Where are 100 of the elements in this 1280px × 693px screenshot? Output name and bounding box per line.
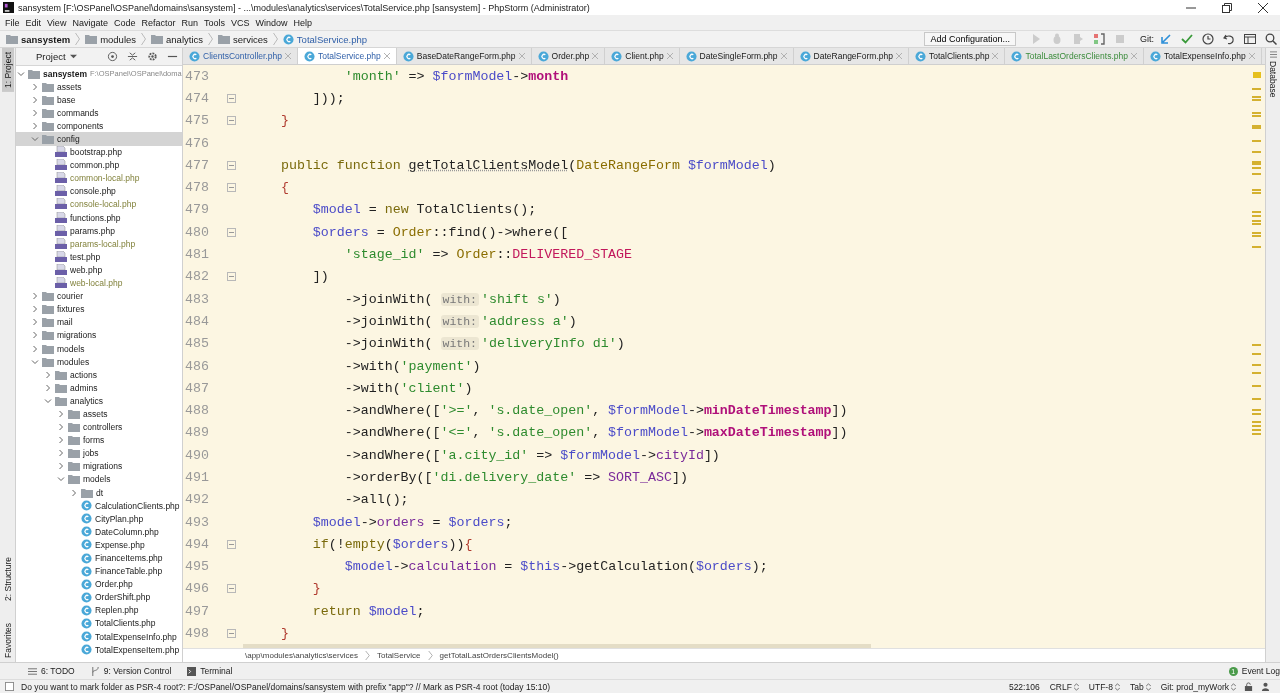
editor-tab[interactable]: DateRangeForm.php <box>793 48 909 64</box>
bug-icon[interactable] <box>1051 33 1063 45</box>
fold-marker-icon[interactable] <box>226 629 236 639</box>
tool-window-tab[interactable]: Database <box>1268 61 1278 98</box>
tree-item[interactable]: test.php <box>16 250 182 264</box>
encoding-selector[interactable]: UTF-8 <box>1088 681 1120 692</box>
tree-item[interactable]: assets <box>16 407 182 421</box>
tree-item[interactable]: functions.php <box>16 211 182 225</box>
tree-item[interactable]: mail <box>16 315 182 329</box>
menu-item[interactable]: Tools <box>200 17 228 28</box>
update-arrow-icon[interactable] <box>1160 33 1172 45</box>
chevron-down-icon[interactable] <box>43 396 52 405</box>
tree-item[interactable]: components <box>16 119 182 133</box>
tree-item[interactable]: FinanceItems.php <box>16 551 182 565</box>
tree-item[interactable]: commands <box>16 106 182 120</box>
tree-item[interactable]: models <box>16 472 182 486</box>
tree-item[interactable]: Expense.php <box>16 538 182 552</box>
run-icon[interactable] <box>1030 33 1042 45</box>
tool-window-tab[interactable]: 2: Structure <box>1 553 14 606</box>
tree-item[interactable]: jobs <box>16 446 182 460</box>
menu-item[interactable]: Run <box>178 17 201 28</box>
chevron-down-icon[interactable] <box>17 69 25 78</box>
tree-item[interactable]: forms <box>16 433 182 447</box>
fold-marker-icon[interactable] <box>226 116 236 126</box>
tree-item[interactable]: FinanceTable.php <box>16 564 182 578</box>
editor-tab[interactable]: TotalService.php <box>297 48 397 64</box>
chevron-down-icon[interactable] <box>56 475 65 484</box>
menu-item[interactable]: Edit <box>22 17 45 28</box>
tree-item[interactable]: base <box>16 93 182 107</box>
fold-marker-icon[interactable] <box>226 227 236 237</box>
tree-item[interactable]: migrations <box>16 459 182 473</box>
menu-item[interactable]: View <box>44 17 70 28</box>
fold-marker-icon[interactable] <box>226 539 236 549</box>
chevron-down-icon[interactable] <box>30 135 39 143</box>
run-configuration-button[interactable]: Add Configuration... <box>924 32 1016 46</box>
caret-icon[interactable] <box>69 53 77 60</box>
line-separator-selector[interactable]: CRLF <box>1049 681 1079 692</box>
checkmark-icon[interactable] <box>1181 33 1193 45</box>
tool-window-tab[interactable]: Favorites <box>1 619 14 662</box>
stop-icon[interactable] <box>1114 33 1126 45</box>
editor-tab[interactable]: DateSingleForm.php <box>679 48 794 64</box>
tree-item[interactable]: OrderShift.php <box>16 590 182 604</box>
tree-item[interactable]: dt <box>16 486 182 500</box>
chevron-right-icon[interactable] <box>69 488 78 497</box>
menu-item[interactable]: Code <box>110 17 139 28</box>
editor-tab[interactable]: ClientsController.php <box>183 48 298 64</box>
fold-marker-icon[interactable] <box>226 160 236 170</box>
undo-icon[interactable] <box>1223 33 1235 45</box>
panel-title[interactable]: Project <box>24 51 66 62</box>
git-branch-selector[interactable]: Git: prod_myWork <box>1160 681 1236 692</box>
menu-icon[interactable] <box>1269 51 1277 58</box>
tree-item[interactable]: common-local.php <box>16 171 182 185</box>
breadcrumb-item[interactable]: \app\modules\analytics\services <box>245 651 358 660</box>
tree-item[interactable]: modules <box>16 355 182 369</box>
tool-window-button[interactable]: 9: Version Control <box>90 666 172 676</box>
tree-item[interactable]: CalculationClients.php <box>16 499 182 513</box>
tree-item[interactable]: web-local.php <box>16 276 182 290</box>
tree-item[interactable]: console.php <box>16 184 182 198</box>
tree-item[interactable]: analytics <box>16 394 182 408</box>
nav-crumb[interactable]: TotalService.php <box>282 33 368 45</box>
tree-item[interactable]: actions <box>16 368 182 382</box>
chevron-down-icon[interactable] <box>30 357 39 366</box>
breadcrumb-item[interactable]: TotalService <box>376 651 421 660</box>
history-icon[interactable] <box>1202 33 1214 45</box>
tree-item[interactable]: console-local.php <box>16 197 182 212</box>
tree-item[interactable]: CityPlan.php <box>16 512 182 526</box>
nav-crumb[interactable]: modules <box>85 33 137 45</box>
nav-crumb[interactable]: sansystem <box>6 33 71 45</box>
menu-item[interactable]: Help <box>290 17 316 28</box>
tree-item[interactable]: config <box>16 132 182 146</box>
tree-item[interactable]: TotalExpenseInfo.php <box>16 630 182 644</box>
fold-marker-icon[interactable] <box>226 272 236 282</box>
lock-icon[interactable] <box>1244 682 1253 691</box>
tree-item[interactable]: controllers <box>16 420 182 434</box>
tree-item[interactable]: TotalExpenseItem.php <box>16 643 182 657</box>
breadcrumb-item[interactable]: getTotalLastOrdersClientsModel() <box>439 651 559 660</box>
person-icon[interactable] <box>1261 682 1270 691</box>
settings-icon[interactable] <box>147 51 158 62</box>
tree-item[interactable]: Order.php <box>16 577 182 591</box>
fold-marker-icon[interactable] <box>226 584 236 594</box>
tree-item[interactable]: fixtures <box>16 302 182 316</box>
editor-tab[interactable]: TotalClients.php <box>908 48 1006 64</box>
collapse-icon[interactable] <box>127 51 138 62</box>
menu-item[interactable]: Refactor <box>138 17 179 28</box>
tree-item[interactable]: models <box>16 341 182 356</box>
tree-item[interactable]: web.php <box>16 263 182 277</box>
tool-window-button[interactable]: 6: TODO <box>28 666 75 676</box>
fold-marker-icon[interactable] <box>226 93 236 103</box>
menu-item[interactable]: Window <box>252 17 291 28</box>
editor-tab[interactable]: Client.php <box>605 48 680 64</box>
editor-tab[interactable]: BaseDateRangeForm.php <box>396 48 532 64</box>
close-icon[interactable] <box>1258 2 1268 13</box>
editor-tab[interactable]: Order.php <box>531 48 606 64</box>
tree-item[interactable]: common.php <box>16 158 182 172</box>
editor-tab[interactable]: TotalLastOrdersClients.php <box>1005 48 1144 64</box>
tree-item[interactable]: bootstrap.php <box>16 145 182 159</box>
menu-item[interactable]: File <box>2 17 23 28</box>
indent-selector[interactable]: Tab <box>1129 681 1151 692</box>
tree-item[interactable]: courier <box>16 289 182 303</box>
search-icon[interactable] <box>1265 33 1277 45</box>
